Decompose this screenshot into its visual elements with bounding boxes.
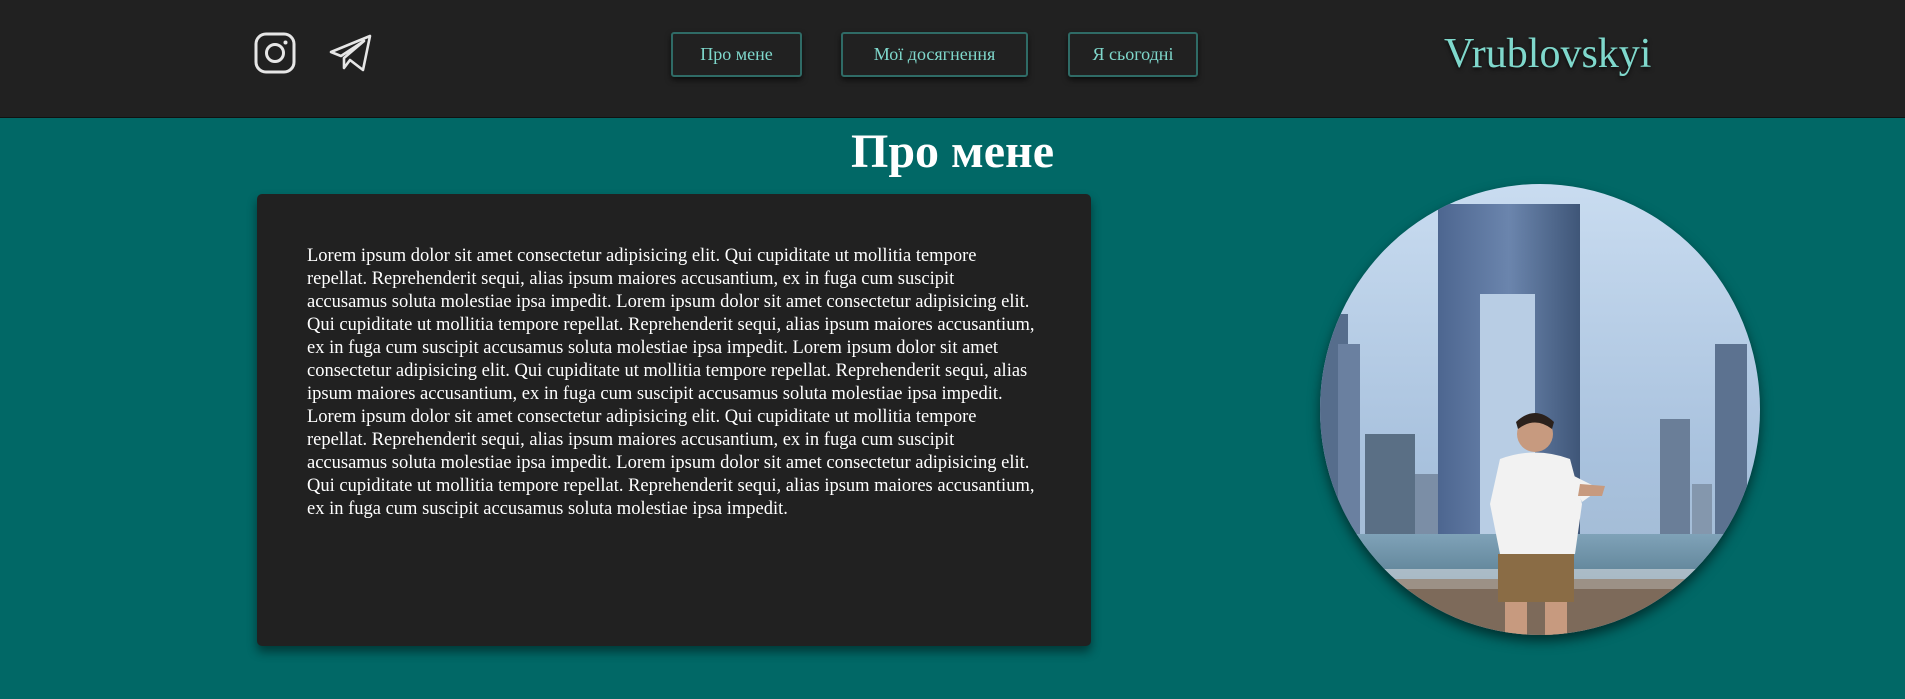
telegram-icon[interactable]: [328, 30, 374, 76]
brand-logo-text[interactable]: Vrublovskyi: [1444, 30, 1651, 78]
page-title: Про мене: [851, 125, 1054, 178]
profile-photo: [1320, 184, 1760, 635]
nav-about-button[interactable]: Про мене: [671, 32, 802, 77]
site-header: Про мене Мої досягнення Я сьогодні Vrubl…: [0, 0, 1905, 118]
about-paragraph: Lorem ipsum dolor sit amet consectetur a…: [307, 246, 1035, 519]
nav-today-button[interactable]: Я сьогодні: [1068, 32, 1198, 77]
nav-achievements-button[interactable]: Мої досягнення: [841, 32, 1028, 77]
instagram-icon[interactable]: [252, 30, 298, 76]
about-text-card: Lorem ipsum dolor sit amet consectetur a…: [257, 194, 1091, 646]
